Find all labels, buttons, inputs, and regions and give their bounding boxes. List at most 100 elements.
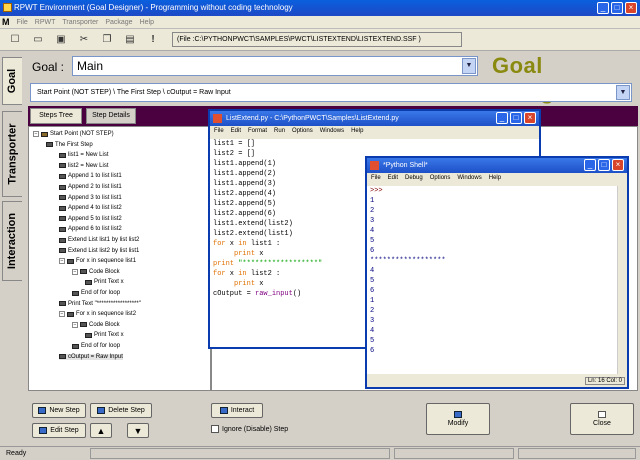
tab-steps-tree[interactable]: Steps Tree (30, 108, 82, 124)
delete-step-button[interactable]: Delete Step (90, 403, 152, 418)
tree-node[interactable]: End of for loop (72, 343, 120, 349)
menu-help[interactable]: Help (140, 19, 154, 26)
tab-interaction[interactable]: Interaction (2, 201, 22, 281)
status-panel (394, 448, 514, 459)
cut-icon[interactable]: ✂ (77, 33, 91, 47)
goal-select[interactable]: Main ▼ (72, 56, 478, 76)
editor-maximize-button[interactable]: □ (510, 112, 522, 124)
tree-node[interactable]: Append 6 to list list2 (59, 226, 122, 232)
tree-node[interactable]: End of for loop (72, 290, 120, 296)
window-titlebar: RPWT Environment (Goal Designer) - Progr… (0, 0, 640, 16)
menu-rpwt[interactable]: RPWT (35, 19, 56, 26)
editor-menu-edit[interactable]: Edit (231, 126, 241, 137)
shell-close-button[interactable]: × (612, 159, 624, 171)
tree-node-label: Append 2 to list list1 (68, 184, 122, 190)
move-down-button[interactable]: ▼ (127, 423, 149, 438)
shell-window[interactable]: *Python Shell* _ □ × File Edit Debug Option… (365, 156, 629, 389)
open-folder-icon[interactable]: ▭ (31, 33, 45, 47)
shell-menu-file[interactable]: File (371, 173, 381, 184)
tree-node[interactable]: − For x in sequence list1 (59, 258, 136, 265)
python-icon (370, 161, 379, 170)
modify-button[interactable]: Modify (426, 403, 490, 435)
tab-step-details[interactable]: Step Details (86, 108, 136, 124)
move-up-button[interactable]: ▲ (90, 423, 112, 438)
tree-node[interactable]: Append 1 to list list1 (59, 173, 122, 179)
tree-node[interactable]: Append 2 to list list1 (59, 184, 122, 190)
collapse-icon[interactable]: − (72, 321, 78, 328)
new-step-icon (38, 407, 47, 414)
menu-file[interactable]: File (17, 19, 28, 26)
paste-icon[interactable]: ▤ (123, 33, 137, 47)
shell-line: >>> (370, 187, 383, 195)
tree-node[interactable]: Append 3 to list list1 (59, 195, 122, 201)
shell-menu-debug[interactable]: Debug (405, 173, 423, 184)
collapse-icon[interactable]: − (72, 268, 78, 275)
shell-maximize-button[interactable]: □ (598, 159, 610, 171)
tree-node[interactable]: − Start Point (NOT STEP) (33, 131, 114, 137)
shell-line: 6 (370, 247, 375, 255)
tree-node[interactable]: Print Text x (85, 279, 124, 285)
new-file-icon[interactable]: ☐ (8, 33, 22, 47)
step-icon (59, 173, 66, 179)
editor-menu-windows[interactable]: Windows (320, 126, 344, 137)
shell-line: 2 (370, 307, 375, 315)
tree-node[interactable]: − Code Block (72, 321, 120, 328)
shell-menu-windows[interactable]: Windows (457, 173, 481, 184)
tab-goal[interactable]: Goal (2, 57, 22, 105)
steps-tree[interactable]: − Start Point (NOT STEP) The First Step lis… (28, 126, 211, 391)
step-icon (59, 226, 66, 232)
collapse-icon[interactable]: − (59, 311, 65, 318)
menu-package[interactable]: Package (105, 19, 132, 26)
close-button[interactable]: Close (570, 403, 634, 435)
tree-node[interactable]: list1 = New List (59, 152, 109, 158)
tree-node[interactable]: − Code Block (72, 268, 120, 275)
up-arrow-icon: ▲ (96, 425, 106, 436)
tree-node[interactable]: Extend List list1 by list list2 (59, 237, 139, 243)
editor-menu-help[interactable]: Help (351, 126, 363, 137)
chevron-down-icon[interactable]: ▼ (462, 58, 476, 74)
tab-transporter[interactable]: Transporter (2, 111, 22, 197)
new-step-button[interactable]: New Step (32, 403, 86, 418)
interact-button[interactable]: Interact (211, 403, 263, 418)
menu-transporter[interactable]: Transporter (62, 19, 98, 26)
tree-node[interactable]: Append 4 to list list2 (59, 205, 122, 211)
run-icon[interactable]: ! (146, 33, 160, 47)
tree-node[interactable]: cOutput = Raw Input (59, 353, 123, 360)
shell-minimize-button[interactable]: _ (584, 159, 596, 171)
shell-menu-help[interactable]: Help (489, 173, 501, 184)
chevron-down-icon[interactable]: ▼ (616, 85, 630, 100)
tree-node[interactable]: − For x in sequence list2 (59, 311, 136, 318)
close-window-button[interactable]: × (625, 2, 637, 14)
save-icon[interactable]: ▣ (54, 33, 68, 47)
edit-step-button[interactable]: Edit Step (32, 423, 86, 438)
copy-icon[interactable]: ❐ (100, 33, 114, 47)
editor-menu-file[interactable]: File (214, 126, 224, 137)
shell-scrollbar[interactable] (617, 186, 627, 374)
tree-node[interactable]: list2 = New List (59, 163, 109, 169)
maximize-button[interactable]: □ (611, 2, 623, 14)
shell-menu-options[interactable]: Options (430, 173, 451, 184)
tree-node[interactable]: The First Step (46, 142, 93, 148)
shell-output[interactable]: >>> 1 2 3 4 5 6 ****************** 4 5 6 1 2 3 4 5 6 (367, 186, 617, 374)
tree-node[interactable]: Print Text x (85, 332, 124, 338)
editor-menu-options[interactable]: Options (292, 126, 313, 137)
minimize-button[interactable]: _ (597, 2, 609, 14)
editor-close-button[interactable]: × (524, 112, 536, 124)
editor-menu-format[interactable]: Format (248, 126, 267, 137)
delete-step-icon (97, 407, 106, 414)
editor-menu-run[interactable]: Run (274, 126, 285, 137)
shell-menu-edit[interactable]: Edit (388, 173, 398, 184)
tree-node[interactable]: Append 5 to list list2 (59, 216, 122, 222)
tree-node[interactable]: Extend List list2 by list list1 (59, 248, 139, 254)
collapse-icon[interactable]: − (33, 131, 39, 137)
checkbox-box[interactable] (211, 425, 219, 433)
tree-node-label: Append 5 to list list2 (68, 215, 122, 222)
breadcrumb-text: Start Point (NOT STEP) \ The First Step … (37, 89, 231, 96)
close-icon (598, 411, 606, 418)
ignore-step-checkbox[interactable]: Ignore (Disable) Step (211, 425, 288, 433)
breadcrumb[interactable]: Start Point (NOT STEP) \ The First Step … (30, 83, 632, 102)
tree-node[interactable]: Print Text "******************" (59, 301, 141, 307)
editor-minimize-button[interactable]: _ (496, 112, 508, 124)
collapse-icon[interactable]: − (59, 258, 65, 265)
app-icon (3, 3, 12, 12)
